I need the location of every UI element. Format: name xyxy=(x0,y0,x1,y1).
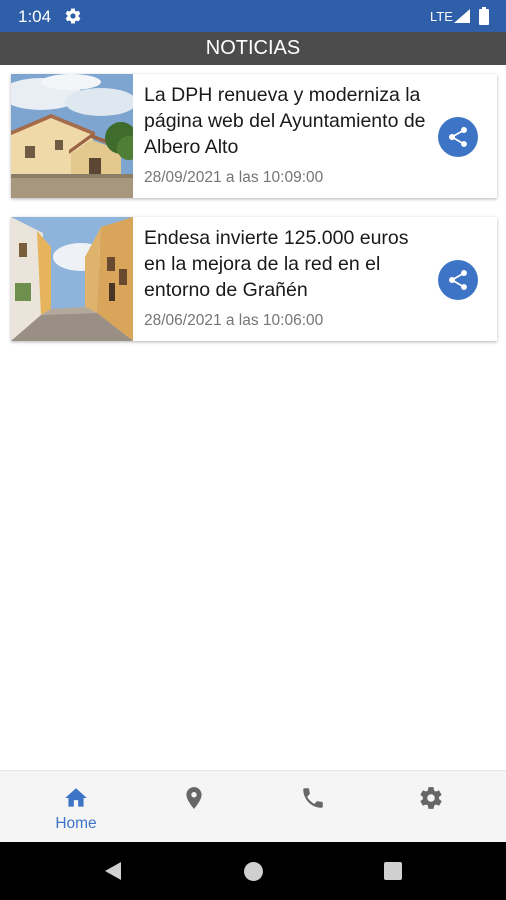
nav-item-phone[interactable] xyxy=(250,771,376,843)
nav-item-home[interactable]: Home xyxy=(13,771,139,843)
network-type: LTE xyxy=(430,9,453,24)
nav-item-location[interactable] xyxy=(131,771,257,843)
status-time: 1:04 xyxy=(18,7,52,26)
gear-icon xyxy=(65,8,81,24)
location-pin-icon xyxy=(186,787,202,809)
system-navigation-bar xyxy=(0,842,506,900)
share-button[interactable] xyxy=(438,260,478,300)
back-icon[interactable] xyxy=(103,861,123,881)
home-circle-icon[interactable] xyxy=(244,862,263,881)
page-title: NOTICIAS xyxy=(205,37,301,59)
settings-icon xyxy=(420,787,442,809)
news-thumbnail-village-street xyxy=(11,217,133,341)
share-icon xyxy=(448,270,467,290)
share-icon xyxy=(448,127,467,147)
signal-icon xyxy=(454,9,470,23)
nav-item-settings[interactable] xyxy=(368,771,494,843)
news-date: 28/06/2021 a las 10:06:00 xyxy=(144,312,324,329)
app-header: NOTICIAS xyxy=(0,32,506,65)
nav-label-home: Home xyxy=(55,815,97,832)
news-date: 28/09/2021 a las 10:09:00 xyxy=(144,169,324,186)
share-button[interactable] xyxy=(438,117,478,157)
news-item[interactable]: La DPH renueva y moderniza la página web… xyxy=(11,74,497,198)
news-title: La DPH renueva y moderniza la página web… xyxy=(144,84,426,158)
battery-icon xyxy=(479,7,489,25)
news-title: Endesa invierte 125.000 euros en la mejo… xyxy=(144,227,409,301)
status-bar: 1:04 LTE xyxy=(0,0,506,32)
phone-icon xyxy=(303,788,323,808)
bottom-navigation: Home xyxy=(0,770,506,842)
recents-square-icon[interactable] xyxy=(384,862,402,880)
home-icon xyxy=(65,788,87,807)
news-item[interactable]: Endesa invierte 125.000 euros en la mejo… xyxy=(11,217,497,341)
news-thumbnail-town-hall xyxy=(11,74,133,198)
